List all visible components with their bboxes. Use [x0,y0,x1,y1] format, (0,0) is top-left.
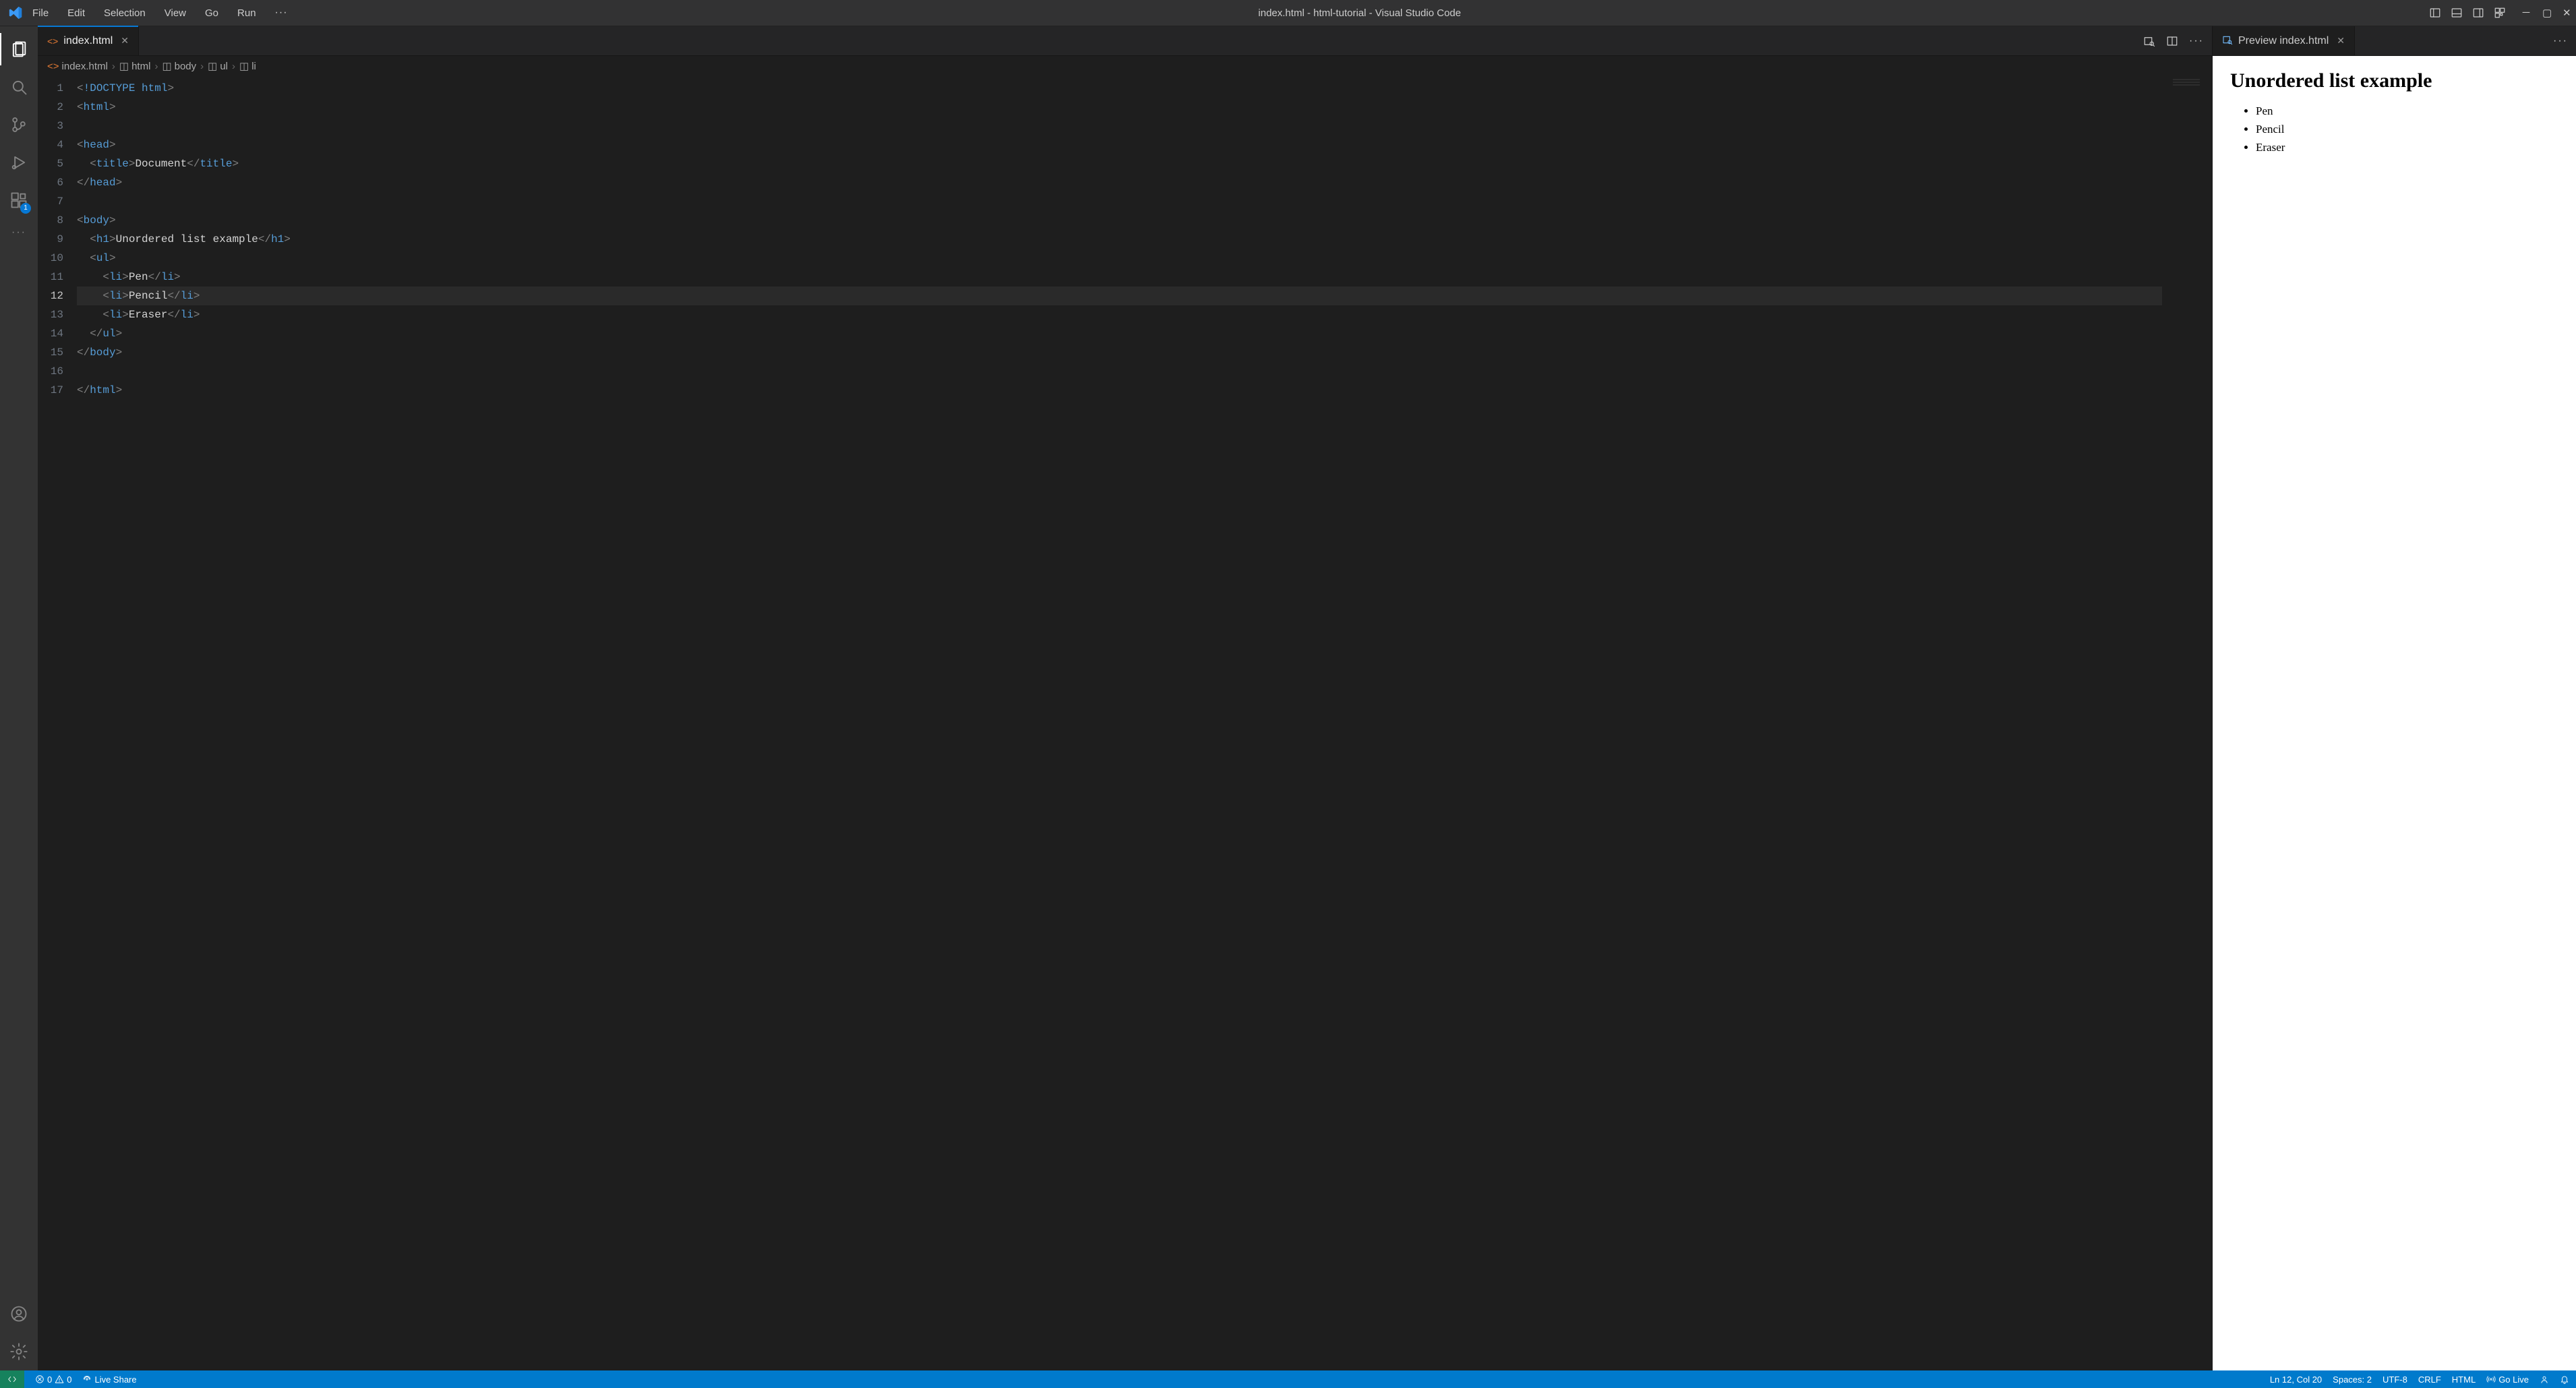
code-line[interactable] [77,117,2162,135]
extensions-badge: 1 [20,203,31,214]
remote-indicator-icon[interactable] [0,1370,24,1388]
code-line[interactable] [77,192,2162,211]
toggle-panel-icon[interactable] [2451,7,2463,19]
tab-label: index.html [63,35,113,47]
code-line[interactable]: </body> [77,343,2162,362]
status-feedback-icon[interactable] [2540,1375,2549,1384]
preview-pane: Unordered list example PenPencilEraser [2213,56,2576,1370]
status-indentation[interactable]: Spaces: 2 [2333,1375,2372,1385]
editor-more-icon[interactable]: ··· [2189,35,2204,47]
activity-more-icon[interactable]: ··· [0,219,38,246]
title-bar: File Edit Selection View Go Run ··· inde… [0,0,2576,26]
tab-preview[interactable]: Preview index.html ✕ [2213,26,2355,55]
preview-group: Preview index.html ✕ ··· Unordered list … [2212,26,2576,1370]
editor-group: <> index.html ✕ ··· <> index.html › ◫ ht… [38,26,2212,1370]
status-problems[interactable]: 0 0 [35,1375,71,1385]
breadcrumb-html: ◫ html [119,60,151,72]
status-encoding[interactable]: UTF-8 [2383,1375,2407,1385]
menu-more-icon[interactable]: ··· [272,5,291,20]
open-preview-icon[interactable] [2143,35,2155,47]
preview-tab-label: Preview index.html [2238,35,2329,47]
customize-layout-icon[interactable] [2494,7,2506,19]
code-line[interactable]: <title>Document</title> [77,154,2162,173]
code-line[interactable]: <h1>Unordered list example</h1> [77,230,2162,249]
titlebar-right: ─ ▢ ✕ [2429,7,2571,19]
menu-edit[interactable]: Edit [65,6,88,20]
line-number-gutter: 1234567891011121314151617 [38,76,77,1370]
window-close-icon[interactable]: ✕ [2563,7,2571,19]
activity-source-control-icon[interactable] [0,106,38,144]
list-item: Pencil [2256,120,2558,138]
code-line[interactable]: </html> [77,381,2162,400]
close-tab-icon[interactable]: ✕ [121,35,129,47]
editor-body[interactable]: 1234567891011121314151617 <!DOCTYPE html… [38,76,2212,1370]
editor-tab-actions: ··· [2135,35,2212,47]
window-minimize-icon[interactable]: ─ [2522,7,2530,19]
tab-index-html[interactable]: <> index.html ✕ [38,26,139,55]
code-line[interactable] [77,362,2162,381]
status-language-mode[interactable]: HTML [2452,1375,2476,1385]
code-line[interactable]: <html> [77,98,2162,117]
list-item: Pen [2256,102,2558,120]
menu-file[interactable]: File [30,6,51,20]
code-line[interactable]: <li>Eraser</li> [77,305,2162,324]
close-preview-tab-icon[interactable]: ✕ [2337,35,2345,47]
breadcrumb-body: ◫ body [162,60,196,72]
vscode-logo-icon [8,5,23,20]
preview-tabs: Preview index.html ✕ ··· [2213,26,2576,56]
activity-bar: 1 ··· [0,26,38,1370]
status-error-count: 0 [47,1375,52,1385]
minimap[interactable] [2162,76,2203,1370]
code-line[interactable]: <li>Pen</li> [77,268,2162,286]
list-item: Eraser [2256,138,2558,156]
code-line[interactable]: <!DOCTYPE html> [77,79,2162,98]
code-line[interactable]: <head> [77,135,2162,154]
code-line[interactable]: </head> [77,173,2162,192]
status-eol[interactable]: CRLF [2418,1375,2441,1385]
breadcrumb-li: ◫ li [239,60,256,72]
code-line[interactable]: <li>Pencil</li> [77,286,2162,305]
status-live-share[interactable]: Live Share [82,1375,136,1385]
window-title: index.html - html-tutorial - Visual Stud… [291,7,2429,19]
menu-run[interactable]: Run [235,6,259,20]
html-file-icon: <> [47,36,58,47]
status-warning-count: 0 [67,1375,71,1385]
editor-tabs: <> index.html ✕ ··· [38,26,2212,56]
editor-scrollbar[interactable] [2203,76,2212,1370]
preview-more-icon[interactable]: ··· [2553,35,2568,47]
main-area: 1 ··· <> index.html ✕ [0,26,2576,1370]
activity-extensions-icon[interactable]: 1 [0,181,38,219]
activity-settings-icon[interactable] [0,1333,38,1370]
menu-selection[interactable]: Selection [101,6,148,20]
toggle-primary-sidebar-icon[interactable] [2429,7,2441,19]
status-notifications-icon[interactable] [2560,1375,2569,1384]
breadcrumb-ul: ◫ ul [208,60,228,72]
status-cursor-position[interactable]: Ln 12, Col 20 [2270,1375,2322,1385]
menu-go[interactable]: Go [202,6,221,20]
menu-bar: File Edit Selection View Go Run ··· [30,5,291,20]
code-line[interactable]: <ul> [77,249,2162,268]
code-line[interactable]: <body> [77,211,2162,230]
window-maximize-icon[interactable]: ▢ [2542,7,2550,19]
activity-explorer-icon[interactable] [0,30,38,68]
code-area[interactable]: <!DOCTYPE html><html> <head> <title>Docu… [77,76,2162,1370]
preview-heading: Unordered list example [2230,69,2558,92]
toggle-secondary-sidebar-icon[interactable] [2472,7,2484,19]
breadcrumbs[interactable]: <> index.html › ◫ html › ◫ body › ◫ ul ›… [38,56,2212,76]
status-bar: 0 0 Live Share Ln 12, Col 20 Spaces: 2 U… [0,1370,2576,1388]
split-editor-icon[interactable] [2166,35,2178,47]
menu-view[interactable]: View [162,6,189,20]
preview-list: PenPencilEraser [2230,102,2558,157]
preview-icon [2222,34,2233,47]
activity-accounts-icon[interactable] [0,1295,38,1333]
breadcrumb-file: <> index.html [47,61,108,72]
activity-run-debug-icon[interactable] [0,144,38,181]
activity-search-icon[interactable] [0,68,38,106]
status-go-live[interactable]: Go Live [2486,1375,2529,1385]
code-line[interactable]: </ul> [77,324,2162,343]
